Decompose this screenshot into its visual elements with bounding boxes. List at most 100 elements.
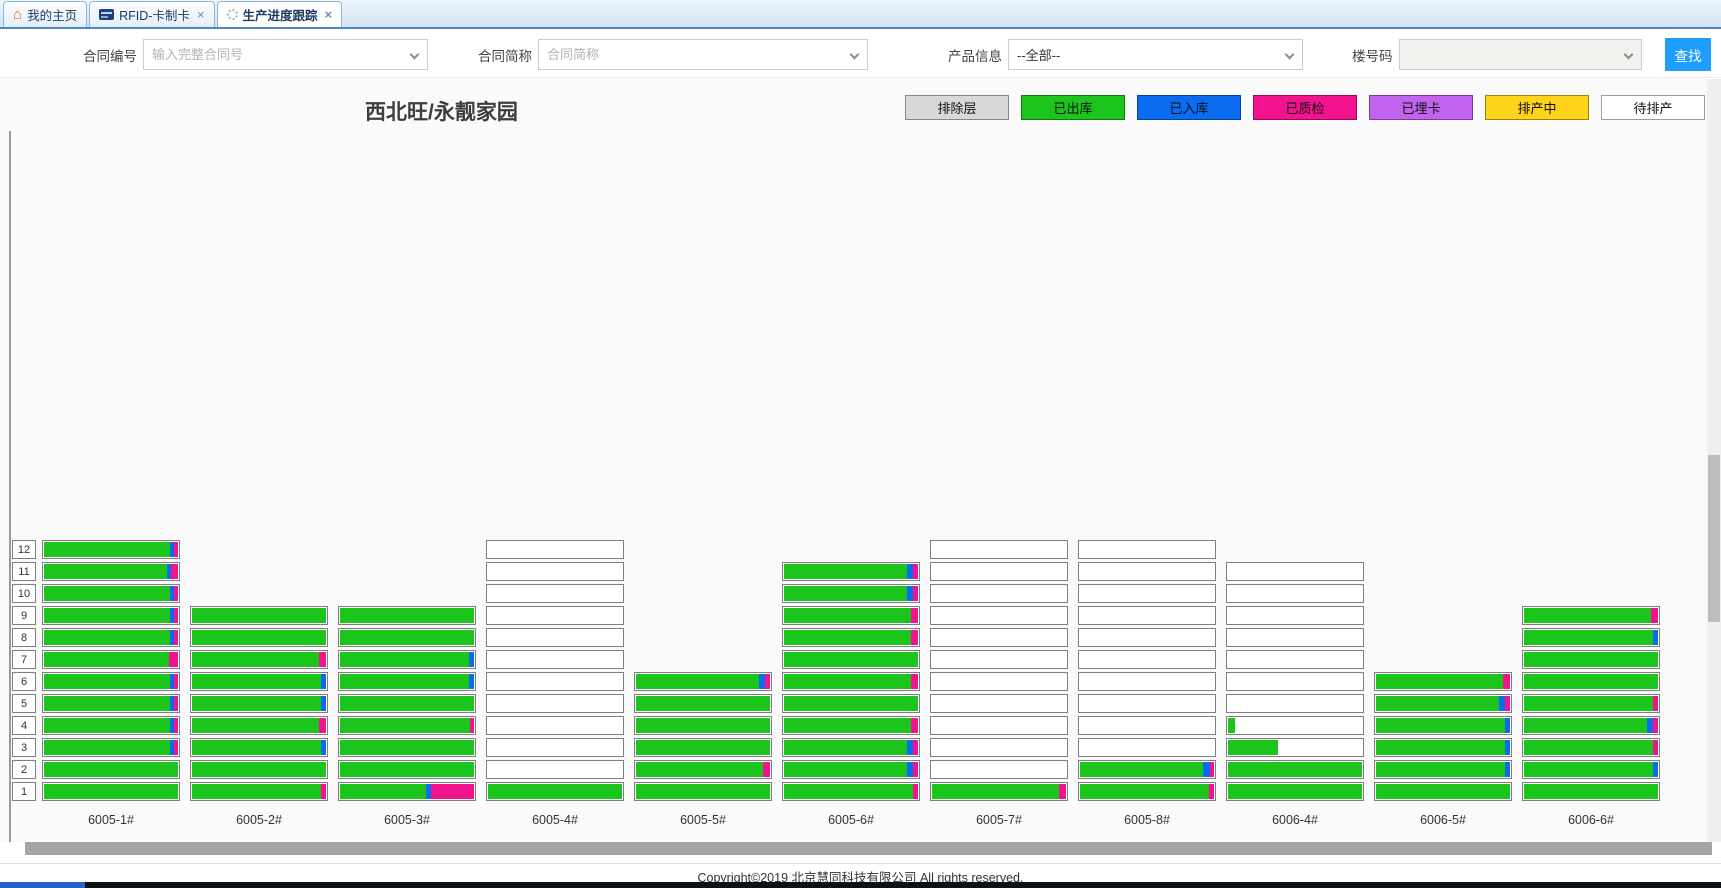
bar-6005-4#-floor-12[interactable]	[486, 540, 624, 559]
search-button[interactable]: 查找	[1665, 38, 1711, 71]
bar-6006-6#-floor-9[interactable]	[1522, 606, 1660, 625]
bar-6005-4#-floor-7[interactable]	[486, 650, 624, 669]
bar-6005-6#-floor-6[interactable]	[782, 672, 920, 691]
tab-rfid-card[interactable]: RFID-卡制卡 ×	[89, 1, 214, 27]
bar-6006-4#-floor-6[interactable]	[1226, 672, 1364, 691]
bar-6005-3#-floor-3[interactable]	[338, 738, 476, 757]
bar-6005-4#-floor-8[interactable]	[486, 628, 624, 647]
vertical-scrollbar[interactable]	[1707, 79, 1721, 842]
legend-button-已埋卡[interactable]: 已埋卡	[1369, 95, 1473, 120]
bar-6005-1#-floor-10[interactable]	[42, 584, 180, 603]
bar-6006-5#-floor-4[interactable]	[1374, 716, 1512, 735]
bar-6006-6#-floor-2[interactable]	[1522, 760, 1660, 779]
bar-6006-4#-floor-5[interactable]	[1226, 694, 1364, 713]
bar-6005-8#-floor-1[interactable]	[1078, 782, 1216, 801]
floor-label-5[interactable]: 5	[12, 694, 36, 713]
floor-label-1[interactable]: 1	[12, 782, 36, 801]
bar-6006-4#-floor-1[interactable]	[1226, 782, 1364, 801]
bar-6005-7#-floor-12[interactable]	[930, 540, 1068, 559]
bar-6005-3#-floor-8[interactable]	[338, 628, 476, 647]
bar-6005-6#-floor-3[interactable]	[782, 738, 920, 757]
bar-6005-4#-floor-9[interactable]	[486, 606, 624, 625]
bar-6005-3#-floor-7[interactable]	[338, 650, 476, 669]
contract-name-combobox[interactable]	[538, 39, 868, 70]
bar-6005-1#-floor-1[interactable]	[42, 782, 180, 801]
tab-my-home[interactable]: ⌂ 我的主页	[3, 1, 87, 27]
legend-button-已出库[interactable]: 已出库	[1021, 95, 1125, 120]
bar-6005-1#-floor-12[interactable]	[42, 540, 180, 559]
bar-6006-6#-floor-3[interactable]	[1522, 738, 1660, 757]
legend-button-排产中[interactable]: 排产中	[1485, 95, 1589, 120]
bar-6005-4#-floor-2[interactable]	[486, 760, 624, 779]
bar-6006-5#-floor-6[interactable]	[1374, 672, 1512, 691]
bar-6005-8#-floor-3[interactable]	[1078, 738, 1216, 757]
bar-6005-4#-floor-11[interactable]	[486, 562, 624, 581]
bar-6005-6#-floor-2[interactable]	[782, 760, 920, 779]
bar-6005-7#-floor-4[interactable]	[930, 716, 1068, 735]
bar-6005-7#-floor-10[interactable]	[930, 584, 1068, 603]
tab-production-tracking[interactable]: 生产进度跟踪 ×	[217, 1, 343, 27]
contract-no-input[interactable]	[152, 47, 401, 62]
chevron-down-icon[interactable]	[850, 50, 860, 60]
bar-6005-1#-floor-11[interactable]	[42, 562, 180, 581]
chevron-down-icon[interactable]	[410, 50, 420, 60]
bar-6005-4#-floor-3[interactable]	[486, 738, 624, 757]
bar-6005-5#-floor-4[interactable]	[634, 716, 772, 735]
bar-6006-4#-floor-4[interactable]	[1226, 716, 1364, 735]
bar-6006-6#-floor-6[interactable]	[1522, 672, 1660, 691]
bar-6005-1#-floor-7[interactable]	[42, 650, 180, 669]
floor-label-7[interactable]: 7	[12, 650, 36, 669]
bar-6006-4#-floor-2[interactable]	[1226, 760, 1364, 779]
bar-6005-7#-floor-2[interactable]	[930, 760, 1068, 779]
bar-6005-7#-floor-9[interactable]	[930, 606, 1068, 625]
bar-6005-8#-floor-12[interactable]	[1078, 540, 1216, 559]
bar-6006-4#-floor-9[interactable]	[1226, 606, 1364, 625]
bar-6005-5#-floor-6[interactable]	[634, 672, 772, 691]
bar-6006-4#-floor-11[interactable]	[1226, 562, 1364, 581]
bar-6005-8#-floor-5[interactable]	[1078, 694, 1216, 713]
bar-6006-5#-floor-3[interactable]	[1374, 738, 1512, 757]
bar-6005-2#-floor-8[interactable]	[190, 628, 328, 647]
bar-6005-1#-floor-5[interactable]	[42, 694, 180, 713]
bar-6006-4#-floor-8[interactable]	[1226, 628, 1364, 647]
bar-6005-6#-floor-9[interactable]	[782, 606, 920, 625]
bar-6005-2#-floor-5[interactable]	[190, 694, 328, 713]
bar-6005-4#-floor-4[interactable]	[486, 716, 624, 735]
bar-6005-8#-floor-6[interactable]	[1078, 672, 1216, 691]
product-info-select[interactable]: --全部--	[1008, 39, 1303, 70]
bar-6005-2#-floor-1[interactable]	[190, 782, 328, 801]
bar-6005-8#-floor-4[interactable]	[1078, 716, 1216, 735]
vertical-scrollbar-thumb[interactable]	[1708, 455, 1720, 622]
bar-6005-3#-floor-9[interactable]	[338, 606, 476, 625]
bar-6005-1#-floor-6[interactable]	[42, 672, 180, 691]
floor-label-10[interactable]: 10	[12, 584, 36, 603]
horizontal-scrollbar-thumb[interactable]	[25, 842, 1712, 855]
bar-6006-5#-floor-5[interactable]	[1374, 694, 1512, 713]
bar-6005-6#-floor-11[interactable]	[782, 562, 920, 581]
bar-6005-6#-floor-5[interactable]	[782, 694, 920, 713]
bar-6006-6#-floor-7[interactable]	[1522, 650, 1660, 669]
bar-6005-7#-floor-11[interactable]	[930, 562, 1068, 581]
bar-6005-6#-floor-10[interactable]	[782, 584, 920, 603]
bar-6006-4#-floor-10[interactable]	[1226, 584, 1364, 603]
bar-6005-7#-floor-3[interactable]	[930, 738, 1068, 757]
bar-6005-8#-floor-8[interactable]	[1078, 628, 1216, 647]
bar-6005-2#-floor-2[interactable]	[190, 760, 328, 779]
bar-6005-2#-floor-4[interactable]	[190, 716, 328, 735]
bar-6005-1#-floor-4[interactable]	[42, 716, 180, 735]
bar-6005-8#-floor-10[interactable]	[1078, 584, 1216, 603]
bar-6005-4#-floor-6[interactable]	[486, 672, 624, 691]
bar-6005-6#-floor-1[interactable]	[782, 782, 920, 801]
chevron-down-icon[interactable]	[1285, 50, 1295, 60]
bar-6006-5#-floor-2[interactable]	[1374, 760, 1512, 779]
floor-label-11[interactable]: 11	[12, 562, 36, 581]
bar-6005-1#-floor-3[interactable]	[42, 738, 180, 757]
bar-6005-7#-floor-5[interactable]	[930, 694, 1068, 713]
bar-6005-4#-floor-5[interactable]	[486, 694, 624, 713]
bar-6005-8#-floor-7[interactable]	[1078, 650, 1216, 669]
legend-button-待排产[interactable]: 待排产	[1601, 95, 1705, 120]
contract-name-input[interactable]	[547, 47, 841, 62]
bar-6005-2#-floor-7[interactable]	[190, 650, 328, 669]
bar-6005-3#-floor-5[interactable]	[338, 694, 476, 713]
floor-label-2[interactable]: 2	[12, 760, 36, 779]
